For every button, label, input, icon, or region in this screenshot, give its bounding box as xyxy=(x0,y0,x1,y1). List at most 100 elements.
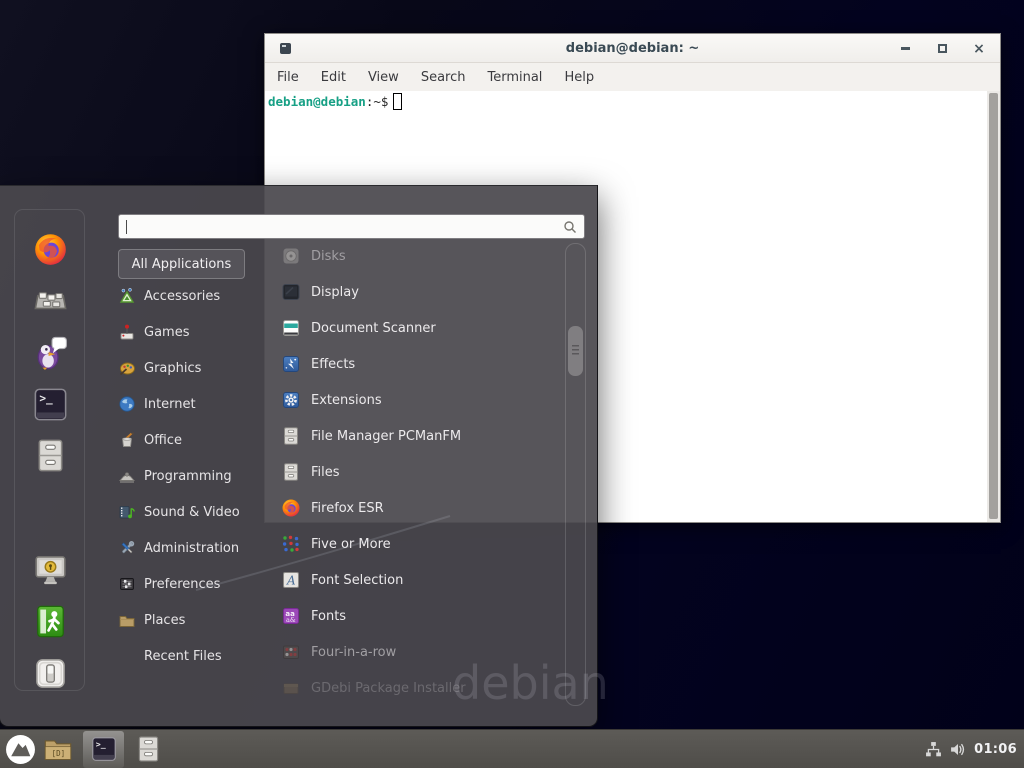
app-four-in-a-row[interactable]: Four-in-a-row xyxy=(281,634,559,670)
menu-scrollbar[interactable] xyxy=(565,243,586,706)
menu-terminal[interactable]: Terminal xyxy=(487,70,542,85)
all-applications-button[interactable]: All Applications xyxy=(118,249,245,279)
prompt-suffix: :~$ xyxy=(366,94,389,109)
category-label: Accessories xyxy=(144,289,220,304)
app-disks[interactable]: Disks xyxy=(281,238,559,274)
search-icon xyxy=(563,220,577,234)
app-font-selection[interactable]: A Font Selection xyxy=(281,562,559,598)
desktop: debian@debian: ~ × File Edit View Search… xyxy=(0,0,1024,768)
folder-icon: [D] xyxy=(43,735,73,763)
volume-icon[interactable] xyxy=(949,741,967,758)
app-fonts[interactable]: aaa& Fonts xyxy=(281,598,559,634)
close-button[interactable]: × xyxy=(972,42,986,56)
terminal-menubar: File Edit View Search Terminal Help xyxy=(265,63,1000,91)
category-games[interactable]: Games xyxy=(118,314,268,350)
favorite-files-button[interactable] xyxy=(33,438,68,473)
lock-screen-icon xyxy=(33,553,68,588)
log-out-icon xyxy=(33,604,68,639)
svg-text:A: A xyxy=(286,574,296,588)
category-label: Sound & Video xyxy=(144,505,240,520)
category-graphics[interactable]: Graphics xyxy=(118,350,268,386)
minimize-button[interactable] xyxy=(898,42,912,56)
disks-icon xyxy=(281,246,301,266)
graphics-icon xyxy=(118,359,136,377)
display-icon xyxy=(281,282,301,302)
svg-text:[D]: [D] xyxy=(52,749,66,758)
terminal-scrollbar-thumb[interactable] xyxy=(989,93,998,519)
app-label: Firefox ESR xyxy=(311,501,384,516)
app-label: File Manager PCManFM xyxy=(311,429,461,444)
lock-screen-button[interactable] xyxy=(33,553,68,588)
category-accessories[interactable]: Accessories xyxy=(118,278,268,314)
category-label: Preferences xyxy=(144,577,220,592)
app-extensions[interactable]: Extensions xyxy=(281,382,559,418)
clock[interactable]: 01:06 xyxy=(974,742,1017,757)
menu-search[interactable]: Search xyxy=(421,70,466,85)
administration-icon xyxy=(118,539,136,557)
category-preferences[interactable]: Preferences xyxy=(118,566,268,602)
internet-icon xyxy=(118,395,136,413)
favorite-terminal-button[interactable]: >_ xyxy=(33,387,68,422)
category-label: Administration xyxy=(144,541,239,556)
terminal-window-title: debian@debian: ~ xyxy=(265,41,1000,56)
app-document-scanner[interactable]: Document Scanner xyxy=(281,310,559,346)
category-programming[interactable]: Programming xyxy=(118,458,268,494)
firefox-icon xyxy=(33,232,68,267)
category-sound-video[interactable]: Sound & Video xyxy=(118,494,268,530)
app-label: GDebi Package Installer xyxy=(311,681,466,696)
app-effects[interactable]: Effects xyxy=(281,346,559,382)
firefox-icon xyxy=(281,498,301,518)
effects-icon xyxy=(281,354,301,374)
category-places[interactable]: Places xyxy=(118,602,268,638)
app-label: Extensions xyxy=(311,393,382,408)
app-label: Fonts xyxy=(311,609,346,624)
system-tray: 01:06 xyxy=(925,741,1017,758)
minimize-icon xyxy=(901,47,910,50)
category-label: Programming xyxy=(144,469,232,484)
favorite-firefox-button[interactable] xyxy=(33,232,68,267)
menu-view[interactable]: View xyxy=(368,70,399,85)
app-gdebi-package-installer[interactable]: GDebi Package Installer xyxy=(281,670,559,706)
app-display[interactable]: Display xyxy=(281,274,559,310)
menu-help[interactable]: Help xyxy=(564,70,594,85)
category-recent-files[interactable]: Recent Files xyxy=(118,638,268,674)
app-file-manager-pcmanfm[interactable]: File Manager PCManFM xyxy=(281,418,559,454)
menu-edit[interactable]: Edit xyxy=(321,70,346,85)
application-list: Disks Display Document Scanner Effects E… xyxy=(281,238,559,706)
favorite-pidgin-button[interactable] xyxy=(33,335,68,370)
category-office[interactable]: Office xyxy=(118,422,268,458)
shutdown-button[interactable] xyxy=(33,656,68,691)
taskbar-terminal-button[interactable]: >_ xyxy=(83,731,124,768)
preferences-icon xyxy=(118,575,136,593)
taskbar-files-button[interactable] xyxy=(136,735,161,763)
category-administration[interactable]: Administration xyxy=(118,530,268,566)
terminal-titlebar[interactable]: debian@debian: ~ × xyxy=(265,34,1000,63)
extensions-icon xyxy=(281,390,301,410)
files-icon xyxy=(281,462,301,482)
log-out-button[interactable] xyxy=(33,604,68,639)
places-icon xyxy=(118,611,136,629)
app-label: Files xyxy=(311,465,340,480)
sound-video-icon xyxy=(118,503,136,521)
terminal-scrollbar[interactable] xyxy=(987,91,1000,522)
app-label: Four-in-a-row xyxy=(311,645,396,660)
category-internet[interactable]: Internet xyxy=(118,386,268,422)
network-icon[interactable] xyxy=(925,741,942,758)
programming-icon xyxy=(118,467,136,485)
menu-mountain-icon xyxy=(5,734,36,765)
prompt-user-host: debian@debian xyxy=(268,94,366,109)
menu-file[interactable]: File xyxy=(277,70,299,85)
app-label: Display xyxy=(311,285,359,300)
taskbar-file-manager-button[interactable]: [D] xyxy=(43,735,73,763)
app-five-or-more[interactable]: Five or More xyxy=(281,526,559,562)
favorite-keyboard-button[interactable] xyxy=(33,283,68,318)
taskbar-menu-button[interactable] xyxy=(5,734,36,765)
app-files[interactable]: Files xyxy=(281,454,559,490)
keyboard-icon xyxy=(33,283,68,318)
app-label: Five or More xyxy=(311,537,391,552)
search-input[interactable] xyxy=(127,215,563,238)
menu-scrollbar-thumb[interactable] xyxy=(568,326,583,376)
maximize-button[interactable] xyxy=(935,42,949,56)
app-firefox-esr[interactable]: Firefox ESR xyxy=(281,490,559,526)
category-label: Recent Files xyxy=(144,649,222,664)
